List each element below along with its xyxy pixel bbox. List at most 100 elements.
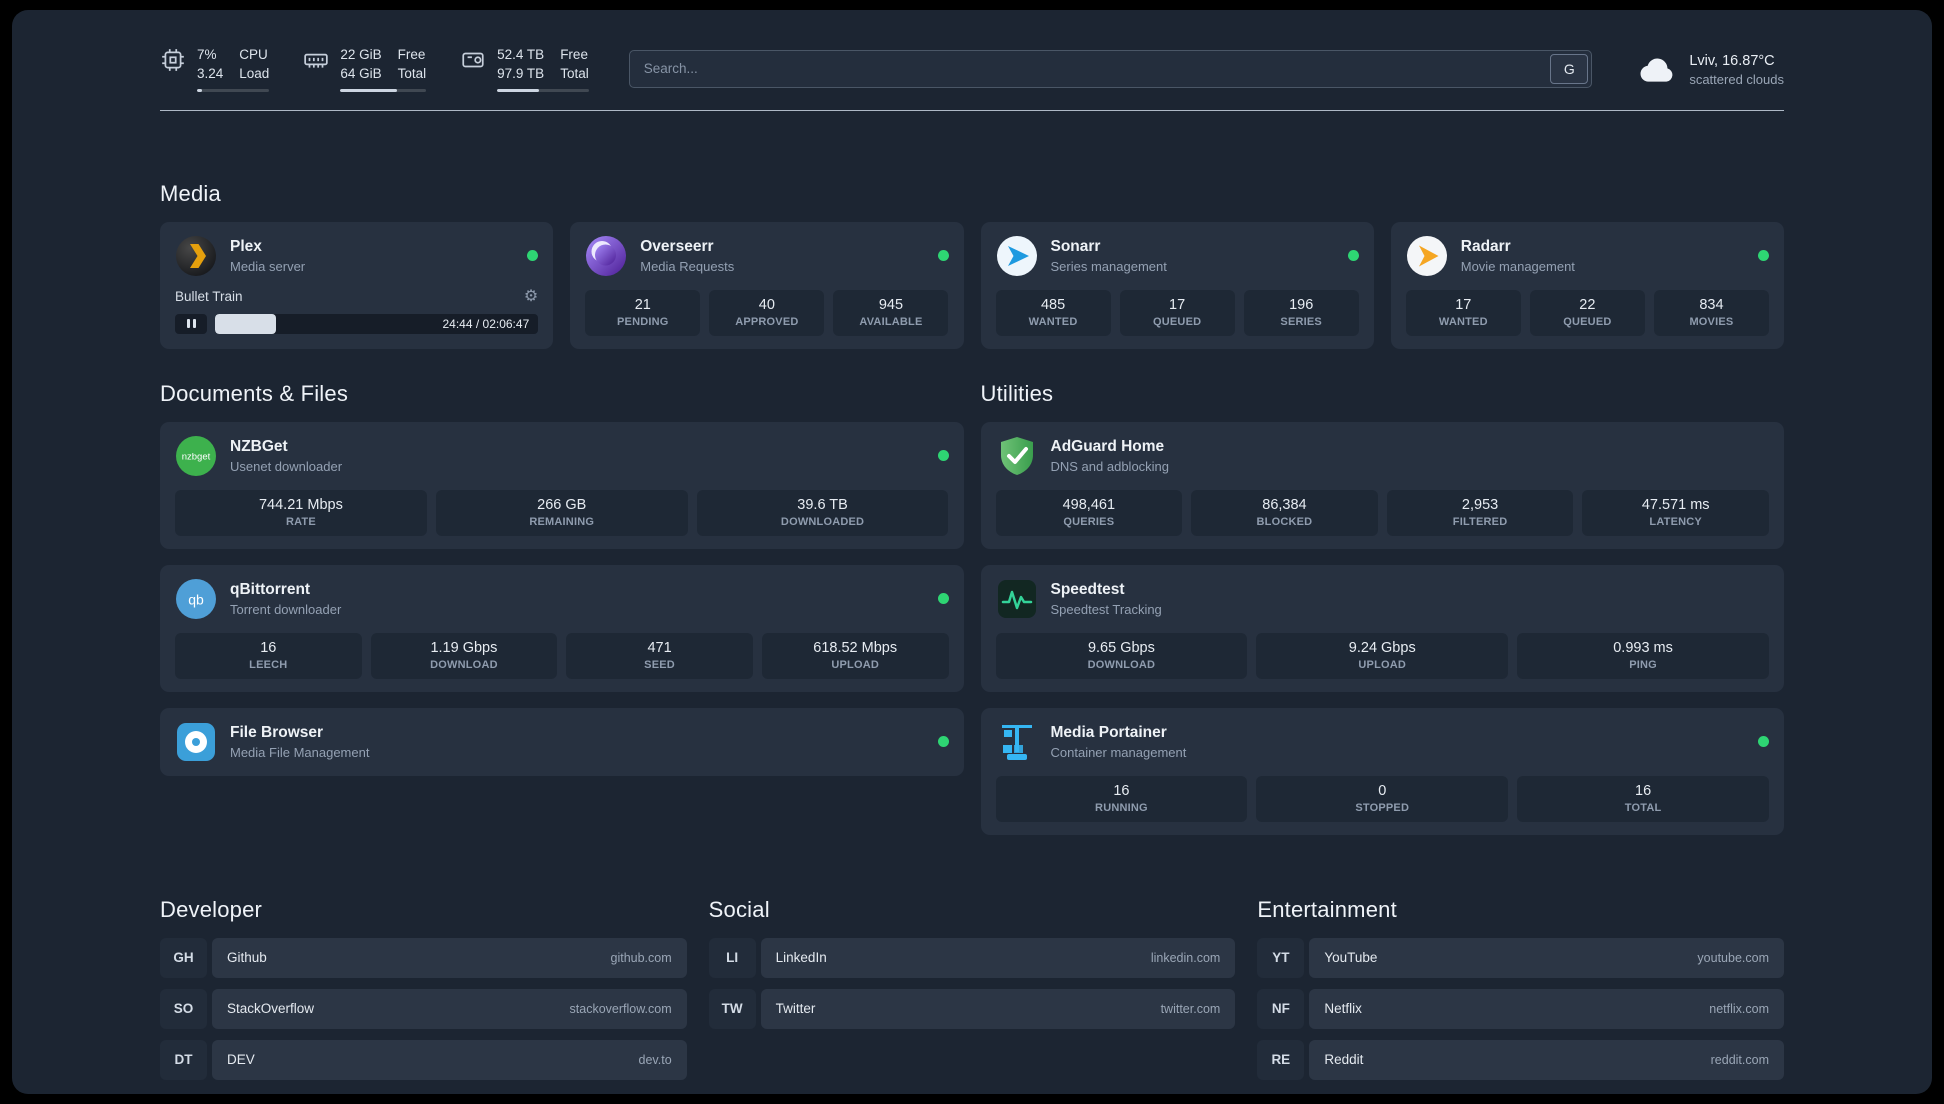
sonarr-icon	[996, 235, 1038, 277]
weather-location: Lviv, 16.87°C	[1689, 53, 1775, 70]
bookmark-reddit[interactable]: RE Reddit reddit.com	[1257, 1039, 1784, 1080]
adguard-icon	[996, 435, 1038, 477]
playback-time: 24:44 / 02:06:47	[442, 316, 530, 331]
service-card-portainer[interactable]: Media Portainer Container management 16 …	[980, 707, 1784, 835]
cpu-progress-bar	[197, 88, 270, 92]
bookmark-name: Twitter	[775, 1001, 816, 1017]
service-card-nzbget[interactable]: nzbget NZBGet Usenet downloader 744.21 M…	[160, 421, 964, 549]
service-card-radarr[interactable]: Radarr Movie management 17 WANTED 22 QUE…	[1390, 221, 1784, 349]
service-name: Plex	[230, 237, 262, 255]
memory-free-value: 22 GiB	[340, 47, 382, 62]
stat-stopped: 0 STOPPED	[1256, 775, 1509, 822]
search-bar: G	[628, 49, 1593, 88]
bookmark-twitter[interactable]: TW Twitter twitter.com	[708, 988, 1236, 1029]
stat-latency: 47.571 ms LATENCY	[1582, 489, 1769, 536]
service-name: AdGuard Home	[1050, 437, 1165, 455]
radarr-icon	[1406, 235, 1448, 277]
bookmark-netflix[interactable]: NF Netflix netflix.com	[1257, 988, 1784, 1029]
bookmark-stackoverflow[interactable]: SO StackOverflow stackoverflow.com	[160, 988, 687, 1029]
plex-icon	[175, 235, 217, 277]
gear-icon[interactable]: ⚙	[524, 288, 538, 305]
service-card-qbittorrent[interactable]: qb qBittorrent Torrent downloader 16 LEE…	[160, 564, 964, 692]
service-subtitle: Speedtest Tracking	[1050, 601, 1162, 617]
stat-seed: 471 SEED	[566, 632, 753, 679]
dashboard-frame: 7% 3.24 CPU Load 22 GiB 64 GiB Free Tota…	[12, 10, 1932, 1094]
stat-wanted: 485 WANTED	[995, 289, 1111, 336]
utilities-column: Utilities AdGuard Home DNS and adblockin…	[980, 380, 1784, 835]
speedtest-icon	[996, 578, 1038, 620]
search-provider-button[interactable]: G	[1550, 53, 1589, 84]
bookmark-abbr: YT	[1257, 937, 1305, 978]
documents-column: Documents & Files nzbget NZBGet Usenet d…	[160, 381, 964, 776]
status-dot	[1758, 736, 1769, 748]
service-card-adguard[interactable]: AdGuard Home DNS and adblocking 498,461 …	[980, 421, 1784, 549]
stat-queries: 498,461 QUERIES	[995, 489, 1183, 536]
bookmark-url: stackoverflow.com	[569, 1001, 672, 1016]
disk-icon	[460, 47, 486, 73]
service-name: Overseerr	[640, 237, 714, 255]
now-playing-title: Bullet Train	[175, 289, 243, 305]
stat-leech: 16 LEECH	[175, 632, 362, 679]
bookmark-abbr: GH	[160, 937, 207, 978]
section-title-social: Social	[708, 896, 770, 922]
cpu-load-value: 3.24	[197, 65, 224, 81]
service-subtitle: DNS and adblocking	[1050, 458, 1170, 474]
bookmark-github[interactable]: GH Github github.com	[160, 937, 687, 978]
stat-movies: 834 MOVIES	[1653, 289, 1769, 336]
stat-upload: 9.24 Gbps UPLOAD	[1256, 632, 1509, 679]
status-dot	[1758, 250, 1769, 262]
stat-download: 1.19 Gbps DOWNLOAD	[370, 632, 558, 679]
stat-upload: 618.52 Mbps UPLOAD	[761, 632, 949, 679]
bookmark-url: dev.to	[638, 1052, 672, 1067]
resource-widgets: 7% 3.24 CPU Load 22 GiB 64 GiB Free Tota…	[160, 46, 589, 92]
bookmark-url: github.com	[610, 950, 672, 965]
stat-download: 9.65 Gbps DOWNLOAD	[995, 632, 1248, 679]
pause-button[interactable]	[175, 313, 207, 334]
portainer-icon	[996, 721, 1038, 763]
service-card-overseerr[interactable]: Overseerr Media Requests 21 PENDING 40 A…	[570, 221, 964, 349]
bookmark-group-developer: Developer GH Github github.com SO StackO…	[160, 897, 687, 1080]
service-subtitle: Media Requests	[640, 258, 735, 274]
bookmark-group-social: Social LI LinkedIn linkedin.com TW Twitt…	[708, 896, 1236, 1029]
bookmark-url: youtube.com	[1697, 950, 1769, 965]
top-bar: 7% 3.24 CPU Load 22 GiB 64 GiB Free Tota…	[160, 46, 1784, 92]
service-subtitle: Torrent downloader	[230, 601, 342, 617]
bookmark-linkedin[interactable]: LI LinkedIn linkedin.com	[708, 937, 1236, 978]
disk-free-value: 52.4 TB	[497, 47, 545, 62]
overseerr-icon	[585, 235, 627, 277]
bookmark-url: twitter.com	[1160, 1001, 1221, 1016]
disk-widget: 52.4 TB 97.9 TB Free Total	[460, 46, 589, 92]
bookmark-name: YouTube	[1324, 950, 1378, 966]
nzbget-icon: nzbget	[175, 435, 217, 477]
status-dot	[527, 250, 539, 262]
memory-progress-bar	[340, 88, 427, 92]
bookmark-abbr: RE	[1257, 1039, 1305, 1080]
service-name: Speedtest	[1050, 580, 1125, 598]
service-card-sonarr[interactable]: Sonarr Series management 485 WANTED 17 Q…	[980, 221, 1374, 349]
bookmark-name: Github	[227, 950, 267, 966]
filebrowser-icon	[175, 721, 217, 763]
svg-text:nzbget: nzbget	[182, 451, 211, 462]
section-title-entertainment: Entertainment	[1257, 896, 1397, 922]
service-name: Radarr	[1460, 237, 1511, 255]
section-title-utilities: Utilities	[980, 380, 1054, 406]
bookmark-dev[interactable]: DT DEV dev.to	[160, 1039, 687, 1080]
stat-queued: 17 QUEUED	[1119, 289, 1235, 336]
service-name: NZBGet	[230, 437, 288, 455]
section-title-documents: Documents & Files	[160, 380, 349, 406]
bookmark-name: Reddit	[1324, 1052, 1364, 1068]
bookmark-name: LinkedIn	[775, 950, 827, 966]
bookmark-abbr: TW	[708, 988, 756, 1029]
bookmark-abbr: LI	[708, 937, 756, 978]
search-input[interactable]	[628, 49, 1593, 88]
bookmark-youtube[interactable]: YT YouTube youtube.com	[1257, 937, 1784, 978]
service-card-speedtest[interactable]: Speedtest Speedtest Tracking 9.65 Gbps D…	[980, 564, 1784, 692]
service-card-plex[interactable]: Plex Media server Bullet Train ⚙ 24:44 /…	[160, 221, 554, 349]
service-card-filebrowser[interactable]: File Browser Media File Management	[160, 707, 964, 776]
bookmark-url: linkedin.com	[1150, 950, 1221, 965]
playback-progress-bar[interactable]: 24:44 / 02:06:47	[215, 313, 539, 334]
memory-widget: 22 GiB 64 GiB Free Total	[303, 46, 427, 92]
bookmark-abbr: DT	[160, 1039, 207, 1080]
section-title-developer: Developer	[160, 896, 263, 922]
service-name: File Browser	[230, 723, 324, 741]
